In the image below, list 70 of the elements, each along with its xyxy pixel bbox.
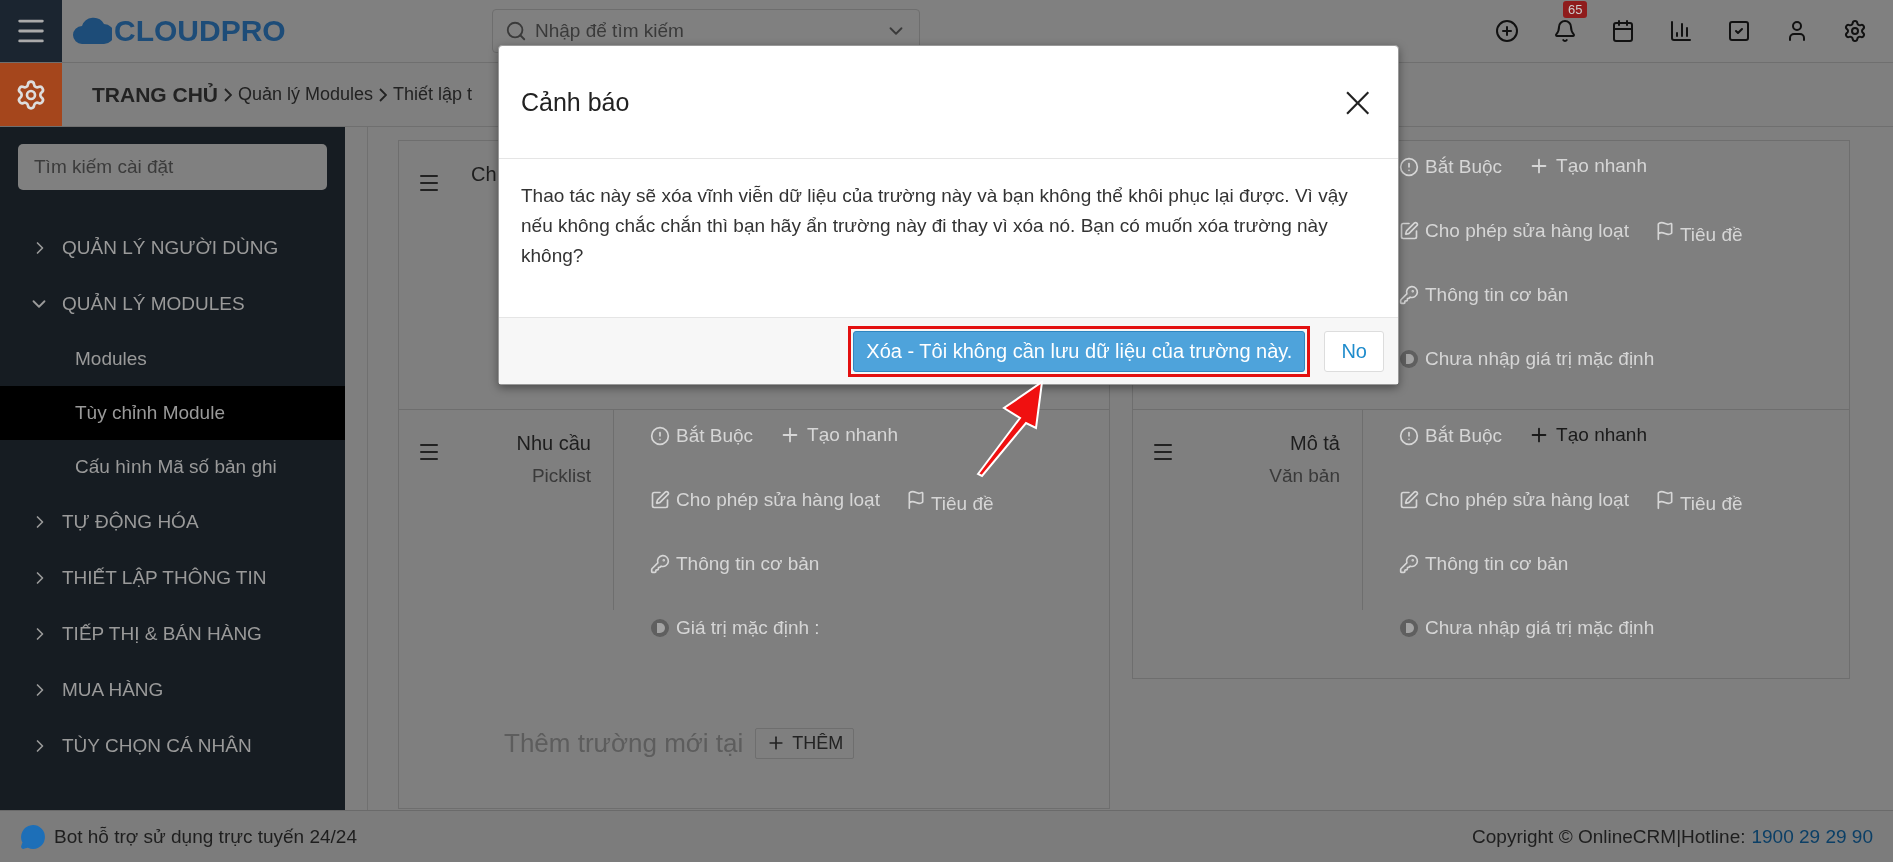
alert-icon [650,426,670,446]
alert-icon [1399,157,1419,177]
required-option[interactable]: Bắt Buộc [1399,152,1503,182]
quick-create-option[interactable]: Tạo nhanh [1528,420,1647,450]
key-icon [1399,554,1419,574]
bell-icon[interactable] [1553,19,1577,43]
add-button[interactable]: THÊM [755,727,855,759]
sidebar-section[interactable]: TỰ ĐỘNG HÓA [62,511,199,533]
mass-edit-option[interactable]: Cho phép sửa hàng loạt [650,485,880,515]
header-option[interactable]: Tiêu đề [1654,493,1743,514]
basic-info-option[interactable]: Thông tin cơ bản [650,549,820,579]
edit-icon [1399,490,1419,510]
mass-edit-option[interactable]: Cho phép sửa hàng loạt [1399,485,1629,515]
key-icon [1399,285,1419,305]
settings-icon[interactable] [15,78,47,111]
notification-badge: 65 [1563,1,1588,18]
mass-edit-option[interactable]: Cho phép sửa hàng loạt [1399,216,1629,246]
calendar-icon[interactable] [1611,19,1635,43]
sidebar-item[interactable]: Modules [0,332,345,386]
sidebar-item[interactable]: Cấu hình Mã số bản ghi [0,440,345,494]
quick-create-option[interactable]: Tạo nhanh [779,420,898,450]
settings-icon[interactable] [1843,19,1867,43]
edit-icon [1399,221,1419,241]
field-type: Picklist [530,465,591,487]
dialog-message: Thao tác này sẽ xóa vĩnh viễn dữ liệu của trường này và bạn không thể khôi phục lại được. Vì vậy nếu không chắc chắn thì bạn hãy ẩn trường này đi thay vì xóa nó. Bạn có muốn xóa trường này không? [520,184,1349,268]
chevron-right-icon [224,87,232,102]
settings-search-field[interactable]: Tìm kiếm cài đặt [18,144,327,190]
quick-create-option[interactable]: Tạo nhanh [1528,151,1647,181]
chevron-right-icon [379,87,388,102]
sidebar-section[interactable]: TÙY CHỌN CÁ NHÂN [62,735,252,757]
key-icon [650,554,670,574]
search-icon [505,20,527,42]
default-value-option[interactable]: Giá trị mặc định : [650,613,820,643]
d-circle-icon [650,618,670,638]
sidebar-section[interactable]: MUA HÀNG [62,679,164,701]
sidebar-section[interactable]: THIẾT LẬP THÔNG TIN [62,567,267,589]
field-type: Văn bản [1268,465,1340,487]
edit-icon [650,490,670,510]
dialog-title: Cảnh báo [521,87,630,117]
bot-support-text: Bot hỗ trợ sử dụng trực tuyến 24/24 [54,825,357,848]
basic-info-option[interactable]: Thông tin cơ bản [1399,549,1569,579]
field-name: Nhu cầu [515,432,591,455]
delete-confirm-button[interactable]: Xóa - Tôi không cần lưu dữ liệu của trường này. [853,330,1306,372]
close-button[interactable]: × [1339,80,1376,124]
cloud-logo-icon [72,16,112,46]
default-value-option[interactable]: Chưa nhập giá trị mặc định [1399,613,1655,643]
sidebar-section[interactable]: TIẾP THỊ & BÁN HÀNG [62,623,262,645]
breadcrumb-link[interactable]: TRANG CHỦ [92,82,218,107]
add-icon[interactable] [1495,19,1519,43]
hotline-link[interactable]: 1900 29 29 90 [1751,825,1873,848]
logo-text: CLOUDPRO [114,14,286,48]
basic-info-option[interactable]: Thông tin cơ bản [1399,280,1569,310]
copyright-text: Copyright © OnlineCRM|Hotline: [1472,825,1746,848]
cancel-button[interactable]: No [1324,330,1384,372]
required-option[interactable]: Bắt Buộc [650,421,754,451]
alert-icon [1399,426,1419,446]
breadcrumb-link[interactable]: Quản lý Modules [238,84,374,105]
default-value-option[interactable]: Chưa nhập giá trị mặc định [1399,344,1655,374]
sidebar-item[interactable]: Tùy chỉnh Module [0,386,345,440]
field-name: Mô tả [1288,432,1340,455]
header-option[interactable]: Tiêu đề [1654,224,1743,245]
chart-icon[interactable] [1669,19,1693,43]
sidebar-section[interactable]: QUẢN LÝ NGƯỜI DÙNG [62,237,279,259]
sidebar-section[interactable]: QUẢN LÝ MODULES [62,293,245,315]
field-name: Ch [471,163,498,186]
d-circle-icon [1399,618,1419,638]
breadcrumb-link[interactable]: Thiết lập t [393,84,473,105]
header-option[interactable]: Tiêu đề [905,493,994,514]
task-icon[interactable] [1727,19,1751,43]
required-option[interactable]: Bắt Buộc [1399,421,1503,451]
